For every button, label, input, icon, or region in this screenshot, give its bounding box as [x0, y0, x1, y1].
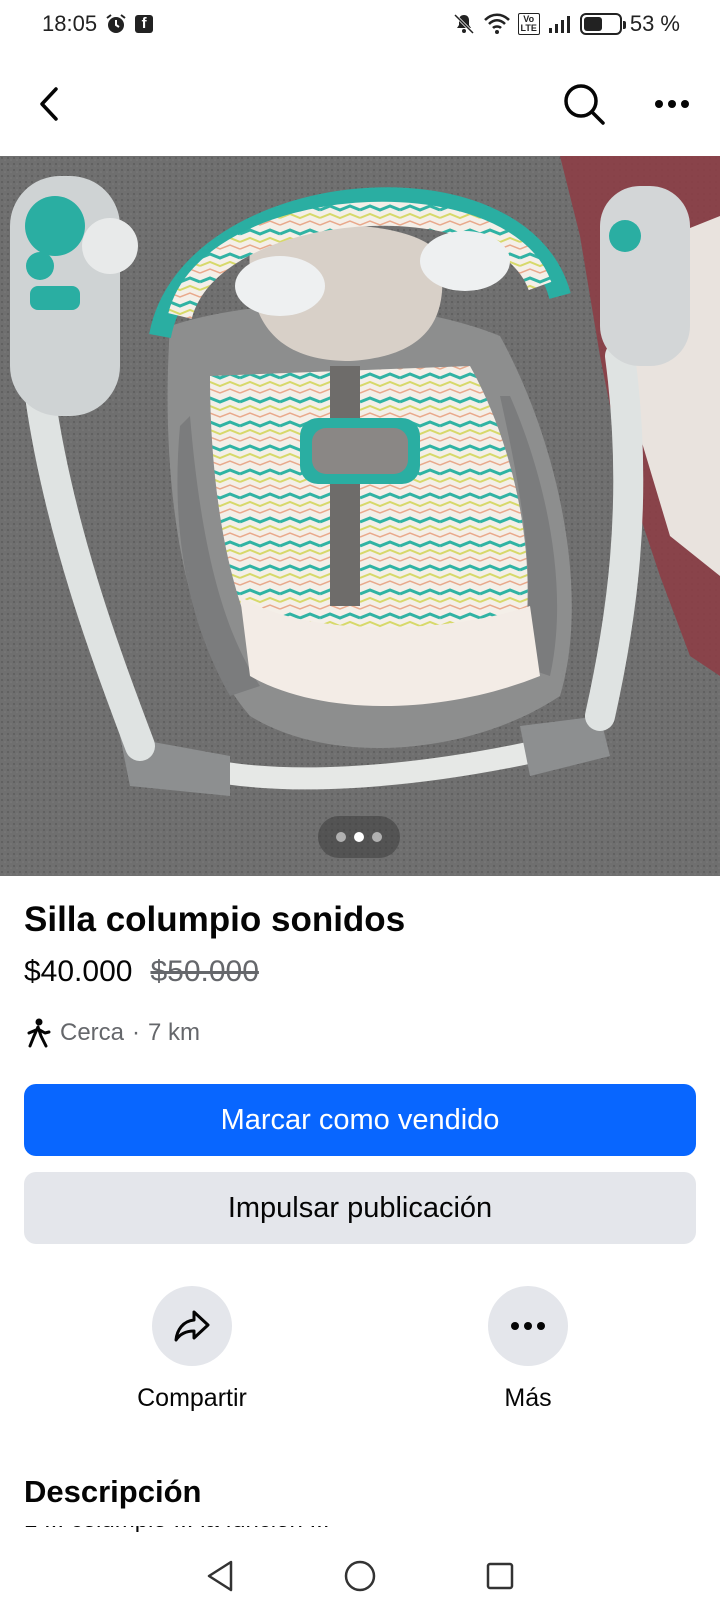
search-button[interactable]: [560, 80, 608, 128]
pager-dot: [372, 832, 382, 842]
separator: ·: [132, 1019, 141, 1046]
nav-recents-button[interactable]: [476, 1552, 524, 1600]
more-label: Más: [504, 1384, 552, 1412]
square-recents-icon: [486, 1562, 514, 1590]
more-options-button[interactable]: [648, 80, 696, 128]
more-action[interactable]: Más: [448, 1286, 608, 1413]
image-pager: [318, 816, 400, 858]
search-icon: [564, 84, 605, 125]
battery-percent: 53 %: [629, 11, 680, 36]
status-left: 18:05 f: [42, 11, 154, 37]
listing-photo[interactable]: [0, 156, 720, 876]
pager-dot-active: [354, 832, 364, 842]
battery-icon: [579, 13, 626, 35]
more-horizontal-icon: [655, 100, 689, 108]
chevron-left-icon: [40, 87, 58, 121]
signal-icon: [548, 14, 572, 34]
volte-badge: Vo LTE: [517, 13, 540, 35]
status-bar: 18:05 f Vo LTE 53 %: [0, 0, 720, 48]
distance-row: Cerca · 7 km: [24, 1018, 200, 1048]
current-price: $40.000: [24, 955, 133, 988]
share-label: Compartir: [137, 1384, 247, 1412]
share-action[interactable]: Compartir: [112, 1286, 272, 1413]
wifi-icon: [483, 13, 510, 35]
nav-back-button[interactable]: [196, 1552, 244, 1600]
listing-title: Silla columpio sonidos: [24, 900, 406, 939]
more-button[interactable]: [488, 1286, 568, 1366]
price-row: $40.000 $50.000: [24, 955, 259, 989]
share-icon: [174, 1310, 210, 1342]
description-text-clipped: 1 ... columpio ... la función ...: [24, 1526, 696, 1536]
original-price: $50.000: [150, 955, 259, 988]
distance-label: Cerca: [60, 1019, 125, 1046]
nav-home-button[interactable]: [336, 1552, 384, 1600]
boost-listing-button[interactable]: Impulsar publicación: [24, 1172, 696, 1244]
walking-person-icon: [27, 1018, 51, 1048]
battery-level: [583, 17, 602, 31]
status-right: Vo LTE 53 %: [452, 11, 680, 37]
distance-value: 7 km: [148, 1019, 201, 1046]
share-button[interactable]: [152, 1286, 232, 1366]
circle-home-icon: [344, 1560, 376, 1592]
status-time: 18:05: [42, 11, 98, 36]
mark-sold-button[interactable]: Marcar como vendido: [24, 1084, 696, 1156]
top-app-bar: [0, 62, 720, 146]
baby-swing-image: [0, 156, 720, 876]
description-text: 1 ... columpio ... la función ...: [24, 1526, 696, 1534]
mute-icon: [452, 12, 476, 36]
triangle-back-icon: [207, 1560, 233, 1592]
system-navigation-bar: [0, 1540, 720, 1612]
facebook-icon: f: [135, 15, 154, 33]
back-button[interactable]: [28, 82, 72, 126]
more-horizontal-icon: [511, 1322, 545, 1330]
description-heading: Descripción: [24, 1474, 202, 1509]
alarm-icon: [105, 13, 127, 35]
pager-dot: [336, 832, 346, 842]
